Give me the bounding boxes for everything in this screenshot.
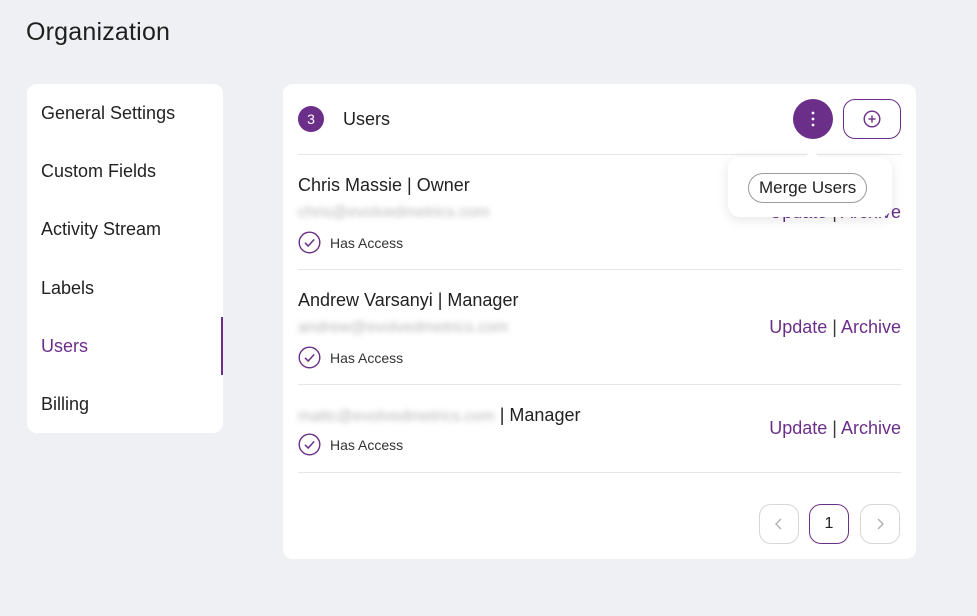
- sidebar-item-labels[interactable]: Labels: [27, 259, 223, 317]
- archive-link[interactable]: Archive: [841, 317, 901, 337]
- sidebar-item-label: Labels: [41, 277, 95, 298]
- row-actions: Update | Archive: [769, 317, 901, 338]
- merge-users-button[interactable]: Merge Users: [748, 173, 868, 203]
- more-vertical-icon: [811, 111, 815, 127]
- user-count-badge: 3: [298, 106, 324, 132]
- archive-link[interactable]: Archive: [841, 418, 901, 438]
- sidebar-item-label: Billing: [41, 394, 90, 415]
- sidebar-item-label: Users: [41, 335, 89, 356]
- sidebar-item-billing[interactable]: Billing: [27, 375, 223, 433]
- access-status: Has Access: [298, 433, 403, 456]
- check-circle-icon: [298, 433, 321, 456]
- user-name: Chris Massie | Owner: [298, 175, 470, 195]
- chevron-left-icon: [774, 518, 782, 530]
- add-user-button[interactable]: [843, 99, 901, 139]
- next-page-button[interactable]: [860, 504, 900, 544]
- page-title: Organization: [26, 18, 171, 46]
- table-row: Andrew Varsanyi | Manager andrew@evolved…: [298, 270, 901, 385]
- table-row: mattc@evolvedmetrics.com | Manager Has A…: [298, 385, 901, 473]
- user-email: chris@evolvedmetrics.com: [298, 204, 490, 221]
- user-role: | Manager: [494, 405, 581, 425]
- check-circle-icon: [298, 346, 321, 369]
- chevron-right-icon: [877, 518, 885, 530]
- access-label: Has Access: [330, 436, 404, 453]
- user-name: mattc@evolvedmetrics.com | Manager: [298, 405, 580, 426]
- update-link[interactable]: Update: [769, 317, 827, 337]
- users-card-header: 3 Users: [298, 84, 901, 155]
- sidebar-item-custom-fields[interactable]: Custom Fields: [27, 142, 223, 200]
- action-separator: |: [832, 418, 837, 438]
- user-name: Andrew Varsanyi | Manager: [298, 290, 519, 310]
- check-circle-icon: [298, 231, 321, 254]
- sidebar-item-general-settings[interactable]: General Settings: [27, 84, 223, 142]
- users-card-title: Users: [343, 108, 391, 129]
- access-label: Has Access: [330, 349, 404, 366]
- sidebar-item-label: General Settings: [41, 102, 176, 123]
- plus-circle-icon: [863, 110, 881, 128]
- update-link[interactable]: Update: [769, 418, 827, 438]
- row-actions: Update | Archive: [769, 418, 901, 439]
- user-email: mattc@evolvedmetrics.com: [298, 408, 495, 425]
- access-status: Has Access: [298, 231, 403, 254]
- action-separator: |: [832, 317, 837, 337]
- more-options-button[interactable]: [793, 99, 833, 139]
- user-email: andrew@evolvedmetrics.com: [298, 319, 509, 336]
- sidebar-item-activity-stream[interactable]: Activity Stream: [27, 201, 223, 259]
- access-label: Has Access: [330, 234, 404, 251]
- more-options-popover: Merge Users: [728, 150, 892, 217]
- sidebar-item-label: Activity Stream: [41, 219, 162, 240]
- page-number-button[interactable]: 1: [809, 504, 849, 544]
- access-status: Has Access: [298, 346, 403, 369]
- sidebar-item-label: Custom Fields: [41, 160, 157, 181]
- previous-page-button[interactable]: [759, 504, 799, 544]
- sidebar-item-users[interactable]: Users: [27, 317, 223, 376]
- settings-sidebar: General Settings Custom Fields Activity …: [27, 84, 223, 433]
- users-card: 3 Users Chris Massie | Owner chris@evolv…: [283, 84, 916, 559]
